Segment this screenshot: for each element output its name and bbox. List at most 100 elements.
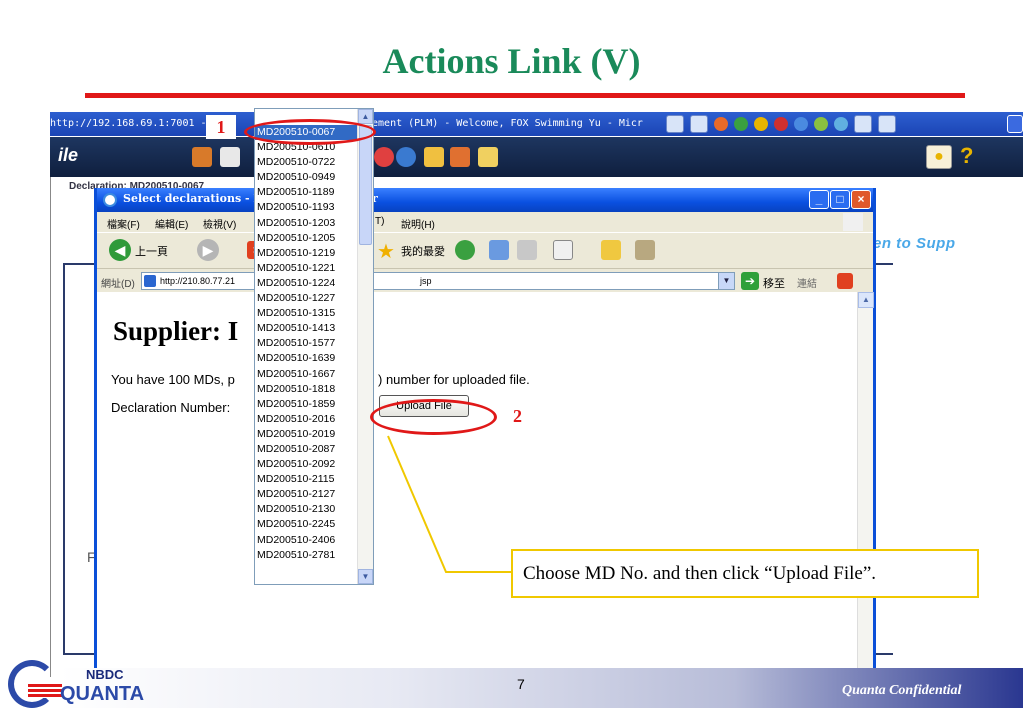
dropdown-option[interactable]: MD200510-2130 (255, 502, 358, 517)
select-declarations-window: Select declarations - Mic er _ □ × 檔案(F)… (94, 188, 876, 678)
tray-app-icon[interactable] (794, 117, 808, 131)
dropdown-option[interactable]: MD200510-2406 (255, 533, 358, 548)
ie-toolbar: ◀ 上一頁 ▶ × 搜尋 ★ 我的最愛 (97, 232, 873, 268)
dropdown-option[interactable]: MD200510-1818 (255, 382, 358, 397)
page-icon (144, 275, 156, 287)
go-button-label[interactable]: 移至 (763, 275, 785, 291)
tray-app-icon[interactable] (854, 115, 872, 133)
dropdown-option[interactable]: MD200510-1219 (255, 246, 358, 261)
address-url-right: jsp (420, 276, 432, 286)
plm-toolbar-tool-icon[interactable] (396, 147, 416, 167)
forward-arrow-icon[interactable]: ▶ (197, 239, 219, 261)
plm-toolbar-tool-icon[interactable] (450, 147, 470, 167)
dropdown-option[interactable]: MD200510-2087 (255, 442, 358, 457)
menu-file[interactable]: 檔案(F) (107, 216, 140, 231)
plm-toolbar-save-icon[interactable] (220, 147, 240, 167)
dropdown-option[interactable]: MD200510-2092 (255, 457, 358, 472)
menu-tools[interactable]: T) (375, 216, 384, 227)
close-button[interactable]: × (851, 190, 871, 209)
menu-edit[interactable]: 編輯(E) (155, 216, 188, 231)
chevron-down-icon[interactable]: ▼ (358, 569, 373, 584)
chevron-up-icon[interactable]: ▲ (858, 292, 874, 308)
scrollbar-thumb[interactable] (359, 125, 372, 245)
md-count-text-right: ) number for uploaded file. (378, 372, 530, 387)
dropdown-option[interactable]: MD200510-1577 (255, 336, 358, 351)
dropdown-option[interactable]: MD200510-2115 (255, 472, 358, 487)
ie-titlebar: Select declarations - Mic er _ □ × (97, 188, 873, 212)
dropdown-option[interactable]: MD200510-1315 (255, 306, 358, 321)
tray-app-icon[interactable] (814, 117, 828, 131)
chevron-down-icon[interactable]: ▼ (718, 273, 734, 289)
plm-toolbar: ile ● ? (50, 137, 1023, 177)
plm-title-text-left: http://192.168.69.1:7001 - (50, 118, 207, 129)
dropdown-option[interactable]: MD200510-1205 (255, 231, 358, 246)
dropdown-option[interactable]: MD200510-1193 (255, 200, 358, 215)
links-label[interactable]: 連結 (797, 275, 817, 290)
chevron-up-icon[interactable]: ▲ (358, 109, 373, 124)
back-button-label[interactable]: 上一頁 (135, 243, 168, 259)
ie-page-icon (103, 193, 117, 207)
address-input[interactable]: http://210.80.77.21 jsp ▼ (141, 272, 735, 290)
discuss-icon[interactable] (635, 240, 655, 260)
dropdown-option[interactable]: MD200510-2781 (255, 548, 358, 563)
dropdown-option[interactable]: MD200510-1639 (255, 351, 358, 366)
page-scrollbar[interactable]: ▲ (857, 292, 874, 678)
tray-app-icon[interactable] (734, 117, 748, 131)
quanta-logo-stripes (28, 684, 62, 698)
menu-view[interactable]: 檢視(V) (203, 216, 236, 231)
tray-app-icon[interactable] (754, 117, 768, 131)
declaration-number-dropdown[interactable]: MD200510-0067 MD200510-0610 MD200510-0722 M… (254, 108, 374, 585)
print-icon[interactable] (517, 240, 537, 260)
plm-tray-icons (666, 114, 896, 134)
maximize-button[interactable]: □ (830, 190, 850, 209)
menu-help[interactable]: 說明(H) (401, 216, 435, 231)
back-arrow-icon[interactable]: ◀ (109, 239, 131, 261)
dropdown-option[interactable]: MD200510-2019 (255, 427, 358, 442)
tray-app-icon[interactable] (878, 115, 896, 133)
minimize-button[interactable]: _ (809, 190, 829, 209)
dropdown-options: MD200510-0067 MD200510-0610 MD200510-0722 M… (255, 125, 358, 563)
help-icon[interactable]: ? (960, 143, 973, 169)
tray-app-icon[interactable] (834, 117, 848, 131)
dropdown-option[interactable]: MD200510-1203 (255, 216, 358, 231)
plm-toolbar-home-icon[interactable] (192, 147, 212, 167)
step-marker-1: 1 (206, 115, 236, 139)
title-divider (85, 93, 965, 98)
plm-toolbar-tool-icon[interactable] (424, 147, 444, 167)
dropdown-option[interactable]: MD200510-2245 (255, 517, 358, 532)
go-arrow-icon[interactable]: ➔ (741, 272, 759, 290)
favorites-star-icon[interactable]: ★ (377, 239, 395, 264)
dropdown-option[interactable]: MD200510-0949 (255, 170, 358, 185)
favorites-button-label[interactable]: 我的最愛 (401, 243, 445, 259)
folder-icon[interactable] (601, 240, 621, 260)
tray-app-icon[interactable] (774, 117, 788, 131)
dropdown-option[interactable]: MD200510-1224 (255, 276, 358, 291)
dropdown-option[interactable]: MD200510-1189 (255, 185, 358, 200)
dropdown-scrollbar[interactable]: ▲ ▼ (357, 109, 373, 584)
tray-app-icon[interactable] (714, 117, 728, 131)
dropdown-option[interactable]: MD200510-1859 (255, 397, 358, 412)
page-heading: Supplier: I (113, 316, 239, 346)
links-icon[interactable] (837, 273, 853, 289)
dropdown-option[interactable]: MD200510-1227 (255, 291, 358, 306)
lightbulb-icon[interactable]: ● (926, 145, 952, 169)
tray-app-icon[interactable] (666, 115, 684, 133)
plm-toolbar-tool-icon[interactable] (374, 147, 394, 167)
dropdown-option[interactable]: MD200510-2016 (255, 412, 358, 427)
dropdown-option[interactable]: MD200510-1413 (255, 321, 358, 336)
dropdown-option[interactable]: MD200510-1221 (255, 261, 358, 276)
dropdown-option[interactable]: MD200510-0722 (255, 155, 358, 170)
plm-toolbar-tool-icon[interactable] (478, 147, 498, 167)
tray-app-icon[interactable] (690, 115, 708, 133)
declaration-number-label: Declaration Number: (111, 400, 231, 415)
plm-brand-fragment: ile (58, 145, 79, 165)
instruction-callout: Choose MD No. and then click “Upload Fil… (511, 549, 979, 598)
dropdown-option[interactable]: MD200510-2127 (255, 487, 358, 502)
dropdown-option[interactable]: MD200510-1667 (255, 367, 358, 382)
supplier-link-fragment[interactable]: en to Supp (873, 235, 956, 252)
word-icon[interactable] (553, 240, 573, 260)
history-icon[interactable] (455, 240, 475, 260)
mail-icon[interactable] (489, 240, 509, 260)
plm-minimize-button[interactable] (1007, 115, 1023, 133)
windows-logo-icon (843, 213, 863, 231)
